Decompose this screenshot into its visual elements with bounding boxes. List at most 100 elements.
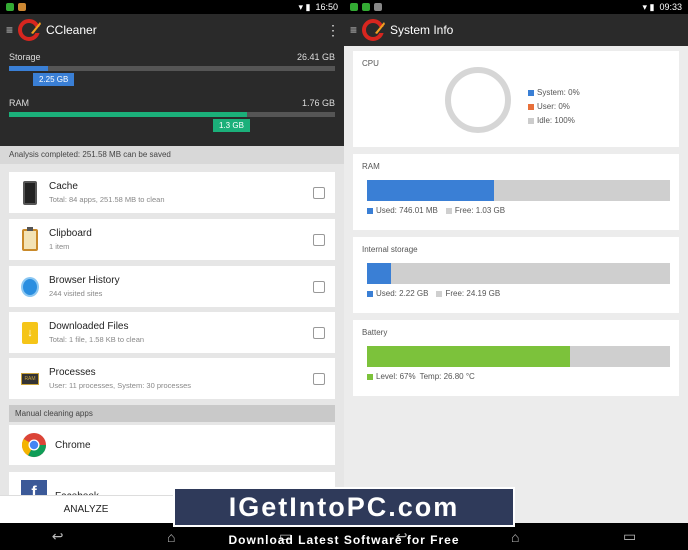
app-toolbar: ≡ System Info [344, 14, 688, 46]
ram-used-badge: 1.3 GB [213, 119, 250, 132]
ram-bar [9, 112, 335, 117]
usage-meters: Storage 26.41 GB 2.25 GB RAM 1.76 GB 1.3… [0, 46, 344, 146]
cpu-card: CPU System: 0% User: 0% Idle: 100% [353, 51, 679, 147]
ram-total: 1.76 GB [301, 98, 335, 108]
app-title: CCleaner [46, 23, 97, 37]
status-time: 16:50 [315, 2, 338, 12]
ram-usage-bar [367, 180, 670, 201]
processes-item[interactable]: RAM Processes User: 11 processes, System:… [9, 358, 335, 399]
ram-free: Free: 1.03 GB [454, 206, 506, 215]
analyze-button[interactable]: ANALYZE [0, 496, 172, 523]
user-legend-swatch [528, 103, 534, 110]
cpu-legend: System: 0% User: 0% Idle: 100% [523, 83, 580, 125]
back-icon[interactable]: ↩ [52, 528, 64, 545]
battery-label: Battery [362, 328, 388, 337]
storage-bar-fill [9, 66, 49, 71]
storage-free: Free: 24.19 GB [445, 289, 501, 298]
chrome-icon [21, 432, 47, 458]
ram-chip-icon: RAM [21, 367, 39, 391]
analysis-summary: Analysis completed: 251.58 MB can be sav… [0, 146, 344, 164]
battery-level: Level: 67% [376, 372, 416, 381]
overflow-menu-icon[interactable]: ⋮ [326, 22, 340, 39]
recents-icon[interactable]: ▭ [623, 528, 636, 545]
cpu-system-value: System: 0% [537, 88, 580, 97]
clipboard-icon [21, 226, 39, 252]
storage-usage-bar [367, 263, 670, 284]
menu-icon[interactable]: ≡ [350, 23, 360, 37]
used-legend-swatch [367, 207, 373, 214]
ram-usage-fill [367, 180, 495, 201]
cpu-label: CPU [362, 59, 379, 68]
clipboard-item[interactable]: Clipboard 1 item [9, 219, 335, 260]
app-toolbar: ≡ CCleaner ⋮ [0, 14, 344, 46]
system-info-screen: ▾ ▮ 09:33 ≡ System Info CPU System: 0% U… [344, 0, 688, 550]
ccleaner-logo-icon [362, 19, 386, 41]
notification-icon [362, 3, 370, 11]
manual-cleaning-header: Manual cleaning apps [9, 405, 335, 422]
idle-legend-swatch [528, 117, 534, 124]
battery-card: Battery Level: 67% Temp: 26.80 °C [353, 320, 679, 396]
item-subtitle: Total: 1 file, 1.58 KB to clean [49, 335, 145, 344]
used-legend-swatch [367, 290, 373, 297]
ccleaner-logo-icon [18, 19, 42, 41]
storage-used-badge: 2.25 GB [33, 73, 75, 86]
item-title: Downloaded Files [49, 321, 129, 332]
app-title: System Info [390, 23, 454, 37]
signal-icon: ▾ ▮ [298, 1, 311, 12]
ram-card: RAM Used: 746.01 MB Free: 1.03 GB [353, 154, 679, 230]
app-title: Chrome [55, 439, 91, 451]
cpu-donut-chart [445, 67, 511, 133]
free-legend-swatch [445, 207, 452, 214]
processes-checkbox[interactable] [313, 372, 325, 385]
cache-item[interactable]: Cache Total: 84 apps, 251.58 MB to clean [9, 172, 335, 213]
status-bar: ▾ ▮ 16:50 [0, 0, 344, 14]
mail-icon [374, 3, 382, 11]
ram-label: RAM [362, 162, 380, 171]
cache-checkbox[interactable] [313, 186, 325, 199]
storage-total: 26.41 GB [296, 52, 335, 62]
item-subtitle: 1 item [49, 242, 70, 251]
chrome-app-item[interactable]: Chrome [9, 425, 335, 465]
storage-bar [9, 66, 335, 71]
browser-history-checkbox[interactable] [313, 280, 325, 293]
storage-usage-fill [367, 263, 392, 284]
signal-icon: ▾ ▮ [642, 1, 655, 12]
downloaded-files-checkbox[interactable] [313, 326, 325, 339]
item-subtitle: Total: 84 apps, 251.58 MB to clean [49, 195, 165, 204]
status-bar: ▾ ▮ 09:33 [344, 0, 688, 14]
menu-icon[interactable]: ≡ [6, 23, 16, 37]
ram-bar-fill [9, 112, 247, 117]
item-subtitle: 244 visited sites [49, 289, 103, 298]
browser-history-item[interactable]: Browser History 244 visited sites [9, 266, 335, 307]
ram-used: Used: 746.01 MB [376, 206, 438, 215]
item-title: Clipboard [49, 228, 92, 239]
globe-icon [21, 275, 39, 299]
downloaded-files-item[interactable]: ↓ Downloaded Files Total: 1 file, 1.58 KB… [9, 312, 335, 353]
notification-icon [350, 3, 358, 11]
watermark-banner: IGetIntoPC.com [173, 487, 515, 527]
level-legend-swatch [367, 373, 373, 380]
item-title: Browser History [49, 275, 120, 286]
cpu-idle-value: Idle: 100% [537, 116, 575, 125]
ccleaner-screen: ▾ ▮ 16:50 ≡ CCleaner ⋮ Storage 26.41 GB … [0, 0, 344, 550]
storage-used: Used: 2.22 GB [376, 289, 429, 298]
notification-icon [18, 3, 26, 11]
battery-level-bar [367, 346, 670, 367]
item-subtitle: User: 11 processes, System: 30 processes [49, 381, 192, 390]
cpu-user-value: User: 0% [537, 102, 570, 111]
status-time: 09:33 [659, 2, 682, 12]
internal-storage-card: Internal storage Used: 2.22 GB Free: 24.1… [353, 237, 679, 313]
item-title: Processes [49, 367, 96, 378]
system-legend-swatch [528, 89, 534, 96]
battery-temp: Temp: 26.80 °C [419, 372, 475, 381]
ram-label: RAM [9, 98, 29, 108]
storage-label: Internal storage [362, 245, 418, 254]
clipboard-checkbox[interactable] [313, 233, 325, 246]
item-title: Cache [49, 181, 78, 192]
notification-icon [6, 3, 14, 11]
download-file-icon: ↓ [21, 321, 39, 345]
battery-level-fill [367, 346, 570, 367]
free-legend-swatch [436, 290, 443, 297]
watermark-tagline: Download Latest Software for Free [228, 533, 460, 547]
phone-icon [21, 180, 39, 205]
